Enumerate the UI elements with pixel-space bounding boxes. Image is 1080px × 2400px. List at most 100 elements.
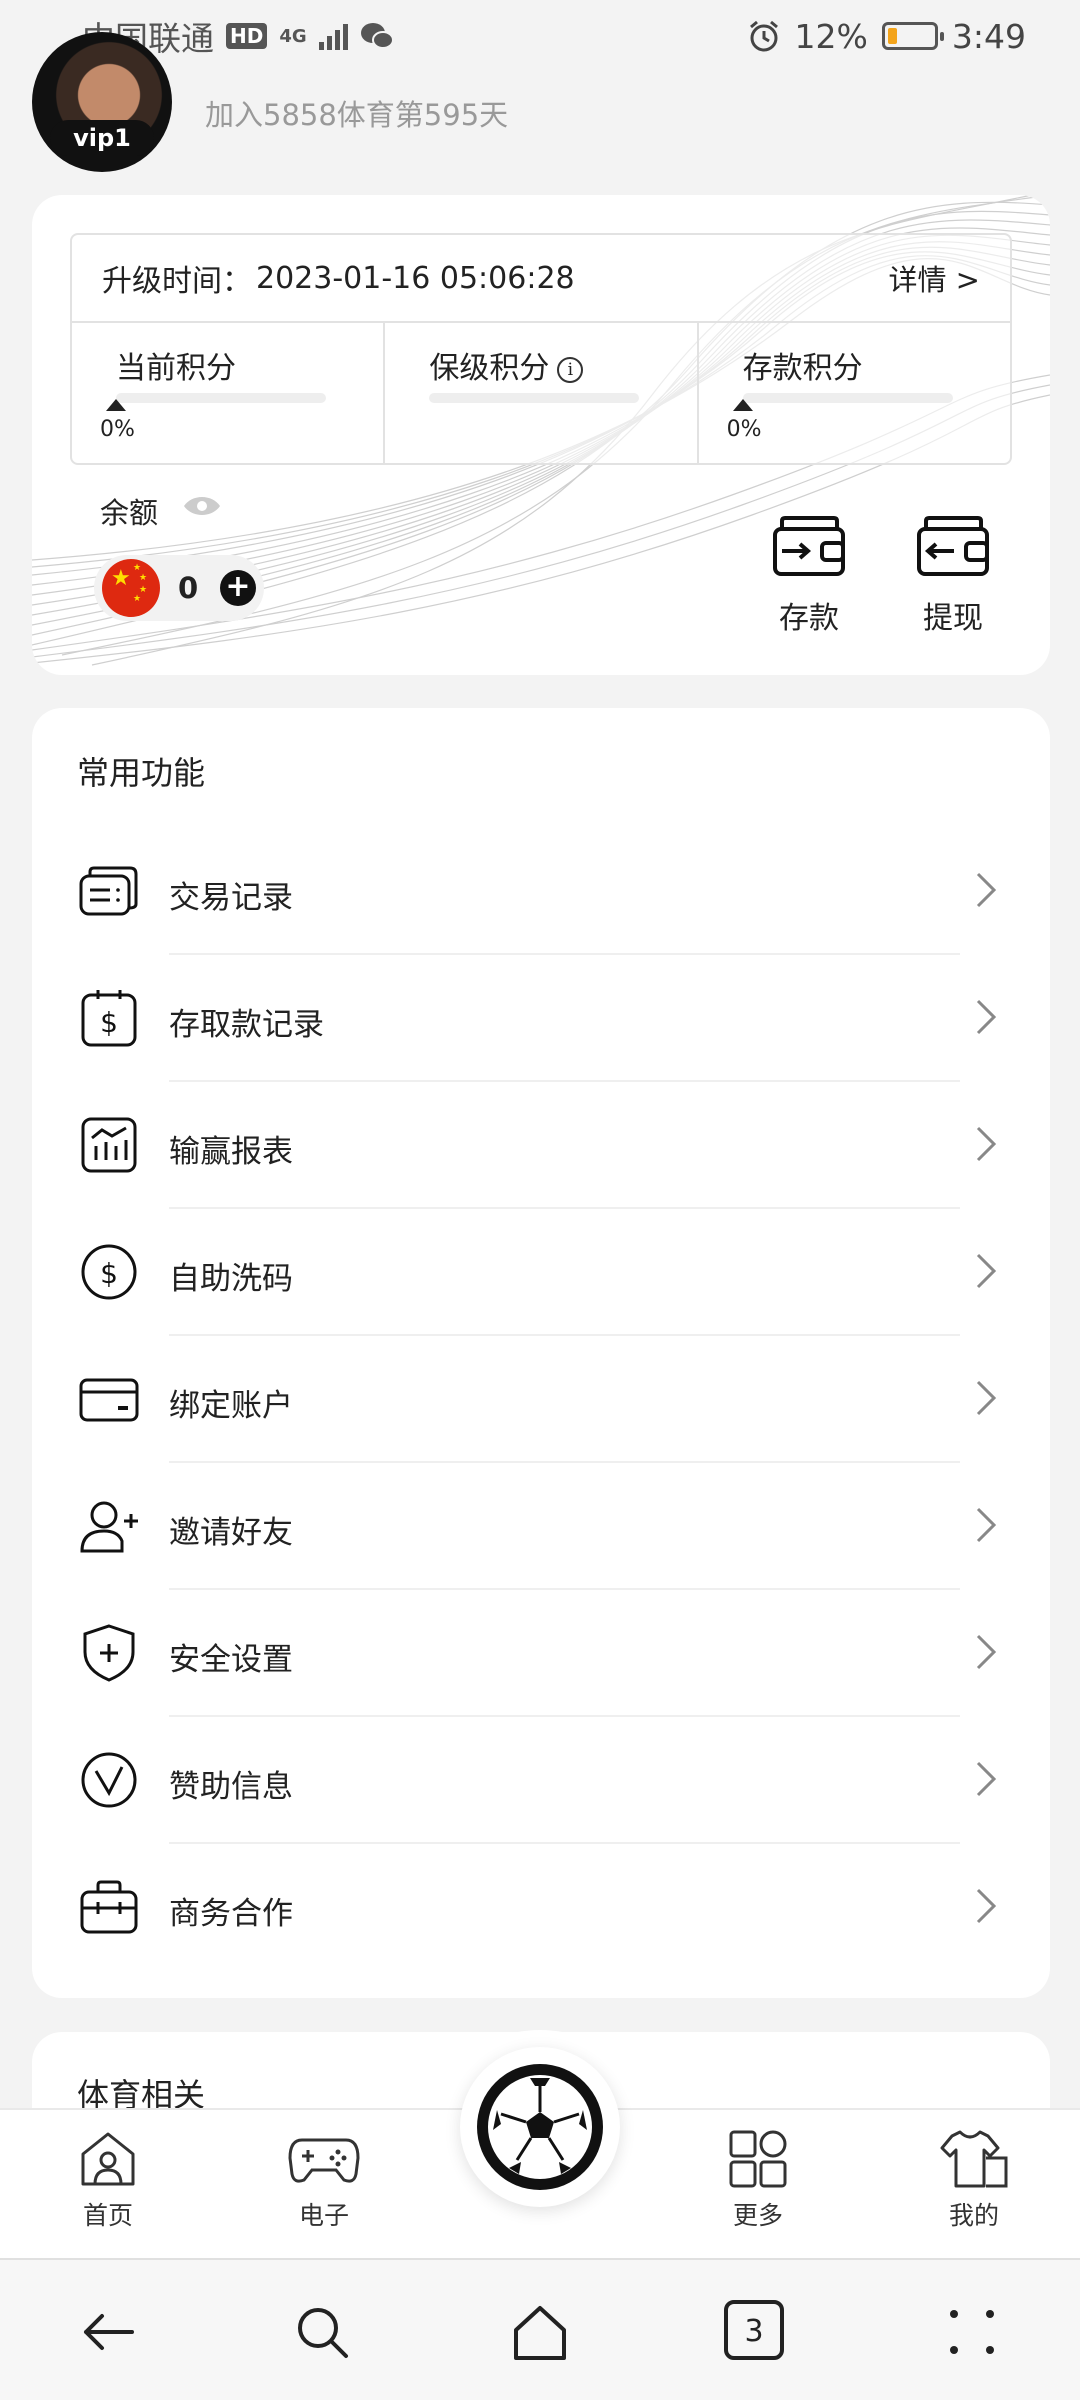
svg-text:$: $ [100,1257,118,1290]
list-item-report[interactable]: 输赢报表 [32,1082,1050,1209]
function-list: 交易记录 $ 存取款记录 输赢报表 $ 自助洗码 绑定账户 邀请好友 安全设置 … [32,828,1050,1971]
tab-home[interactable]: 首页 [38,2128,178,2232]
level-table: 升级时间： 2023-01-16 05:06:28 详情 > 当前积分 0% 保… [70,233,1012,465]
rebate-icon: $ [81,1244,137,1300]
svg-text:$: $ [100,1006,118,1039]
list-item-label: 安全设置 [169,1642,293,1678]
progress-marker-icon [732,399,753,411]
retain-points-cell: 保级积分 i [385,323,699,463]
list-item-label: 输赢报表 [169,1134,293,1170]
withdraw-wallet-icon [917,516,989,576]
transaction-icon [79,866,138,916]
sponsor-icon [81,1752,137,1808]
signal-icon [318,22,348,50]
list-item-label: 自助洗码 [169,1261,293,1297]
battery-icon [881,22,944,50]
chevron-right-icon [976,872,997,908]
clock: 3:49 [951,16,1026,56]
system-nav-bar: 3 [0,2258,1080,2400]
jersey-icon [940,2130,1008,2188]
tabs-count-button[interactable]: 3 [724,2300,784,2360]
detail-link[interactable]: 详情 > [888,257,980,299]
eye-icon[interactable] [182,493,222,519]
join-days-text: 加入5858体育第595天 [205,98,509,132]
chevron-right-icon [976,1507,997,1543]
back-icon[interactable] [76,2300,140,2364]
current-points-percent: 0% [100,417,135,442]
upgrade-time: 2023-01-16 05:06:28 [256,260,575,296]
currency-balance[interactable]: ★ ★ ★ ★ ★ 0 + [94,555,264,621]
grid-icon [729,2130,787,2188]
sports-center-button[interactable] [460,2047,620,2207]
chevron-right-icon [976,999,997,1035]
balance-label: 余额 [100,496,159,530]
info-icon[interactable]: i [557,356,584,383]
current-points-cell: 当前积分 0% [72,323,386,463]
section-title: 常用功能 [77,754,206,792]
retain-points-label: 保级积分 [429,351,550,386]
deposit-points-bar [742,393,953,403]
list-item-rebate[interactable]: $ 自助洗码 [32,1209,1050,1336]
level-card: 升级时间： 2023-01-16 05:06:28 详情 > 当前积分 0% 保… [32,195,1050,675]
home-nav-icon[interactable] [508,2300,572,2364]
tab-label: 电子 [298,2201,349,2230]
list-item-label: 邀请好友 [169,1515,293,1551]
card-icon [79,1378,139,1422]
deposit-label: 存款 [779,601,839,636]
report-icon [81,1117,137,1173]
current-points-label: 当前积分 [116,351,236,386]
list-item-transactions[interactable]: 交易记录 [32,828,1050,955]
tab-label: 更多 [732,2201,783,2230]
retain-points-bar [429,393,640,403]
menu-dots-icon[interactable] [940,2300,1004,2364]
tab-electronic[interactable]: 电子 [254,2128,394,2232]
list-item-label: 绑定账户 [169,1388,293,1424]
list-item-security[interactable]: 安全设置 [32,1590,1050,1717]
shield-icon [83,1624,135,1682]
wechat-icon [360,23,394,49]
chevron-right-icon [976,1634,997,1670]
current-points-bar [116,393,326,403]
list-item-deposit-records[interactable]: $ 存取款记录 [32,955,1050,1082]
profile-header: vip1 加入5858体育第595天 [0,32,1080,192]
tab-label: 我的 [948,2201,999,2230]
deposit-points-label: 存款积分 [742,351,863,386]
tab-mine[interactable]: 我的 [904,2128,1044,2232]
deposit-wallet-icon [773,516,845,576]
home-icon [81,2132,135,2186]
chevron-right-icon [976,1126,997,1162]
deposit-record-icon: $ [81,990,137,1047]
list-item-label: 交易记录 [169,880,293,916]
list-item-label: 存取款记录 [169,1007,324,1043]
deposit-points-percent: 0% [726,417,762,442]
chevron-right-icon [976,1380,997,1416]
china-flag-icon: ★ ★ ★ ★ ★ [102,559,160,617]
list-item-bind-account[interactable]: 绑定账户 [32,1336,1050,1463]
list-item-invite[interactable]: 邀请好友 [32,1463,1050,1590]
chevron-right-icon [976,1888,997,1924]
gamepad-icon [288,2138,360,2183]
vip-badge: vip1 [50,120,154,156]
add-user-icon [80,1501,138,1553]
briefcase-icon [80,1880,138,1934]
upgrade-label: 升级时间： [102,264,252,299]
withdraw-label: 提现 [923,601,983,636]
list-item-business[interactable]: 商务合作 [32,1844,1050,1971]
progress-marker-icon [106,399,126,411]
tab-more[interactable]: 更多 [688,2128,828,2232]
alarm-icon [749,20,778,52]
battery-percent: 12% [794,16,868,56]
search-icon[interactable] [290,2300,354,2364]
list-item-label: 商务合作 [169,1896,293,1932]
chevron-right-icon [976,1253,997,1289]
deposit-button[interactable]: 存款 [744,515,874,637]
deposit-points-cell: 存款积分 0% [699,323,1010,463]
status-bar: 中国联通 HD 4G 12% 3:49 [0,0,1080,72]
list-item-sponsor[interactable]: 赞助信息 [32,1717,1050,1844]
hd-badge: HD [226,23,268,49]
soccer-ball-icon [477,2064,603,2190]
add-balance-button[interactable]: + [220,570,256,606]
balance-value: 0 [178,571,199,605]
network-label: 4G [279,25,307,47]
withdraw-button[interactable]: 提现 [888,515,1018,637]
